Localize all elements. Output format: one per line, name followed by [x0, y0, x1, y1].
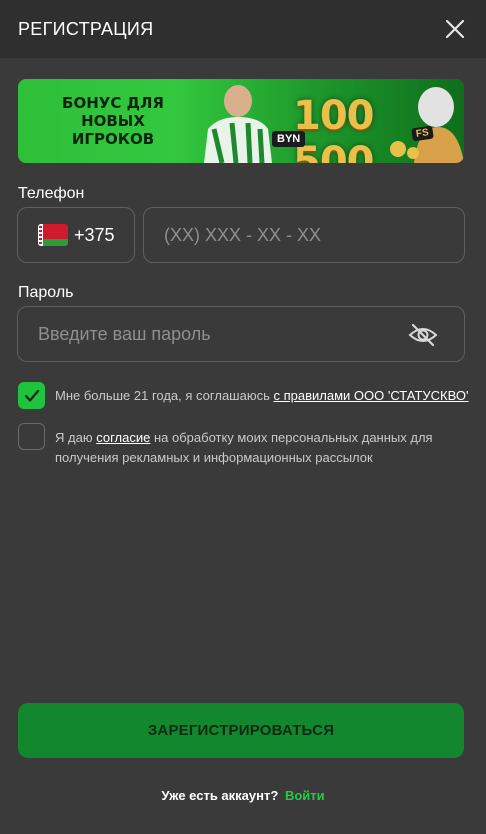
banner-headline: БОНУС ДЛЯ НОВЫХ ИГРОКОВ: [62, 94, 164, 148]
belarus-flag-icon: [38, 224, 68, 246]
phone-field[interactable]: [143, 207, 465, 263]
modal-title: РЕГИСТРАЦИЯ: [18, 18, 154, 39]
consent-link[interactable]: согласие: [96, 430, 150, 445]
age-agreement-label: Мне больше 21 года, я соглашаюсь: [55, 388, 270, 403]
banner-amount: 100 500: [293, 93, 375, 163]
password-label: Пароль: [18, 284, 74, 301]
country-code: +375: [74, 224, 115, 245]
eye-off-icon[interactable]: [408, 322, 438, 348]
phone-input[interactable]: [144, 208, 464, 262]
consent-text: Я даю согласие на обработку моих персона…: [55, 428, 455, 468]
age-agreement-text: Мне больше 21 года, я соглашаюсь с прави…: [55, 386, 468, 406]
phone-label: Телефон: [18, 185, 85, 202]
password-field[interactable]: [17, 306, 465, 362]
consent-checkbox[interactable]: [18, 423, 45, 450]
checkmark-icon: [24, 389, 39, 402]
password-input[interactable]: [18, 307, 398, 361]
rules-link[interactable]: с правилами ООО 'СТАТУСКВО': [274, 388, 469, 403]
login-link[interactable]: Войти: [285, 788, 325, 803]
login-question: Уже есть аккаунт?: [161, 788, 279, 803]
modal-header: РЕГИСТРАЦИЯ: [0, 0, 486, 58]
country-code-select[interactable]: +375: [17, 207, 135, 263]
consent-label-before: Я даю: [55, 430, 93, 445]
age-agreement-checkbox[interactable]: [18, 382, 45, 409]
banner-currency: BYN: [272, 131, 306, 147]
promo-banner[interactable]: БОНУС ДЛЯ НОВЫХ ИГРОКОВ 100 500 BYN FS: [18, 79, 464, 163]
close-icon[interactable]: [442, 16, 468, 42]
register-button[interactable]: ЗАРЕГИСТРИРОВАТЬСЯ: [18, 703, 464, 758]
login-prompt: Уже есть аккаунт? Войти: [0, 788, 486, 803]
